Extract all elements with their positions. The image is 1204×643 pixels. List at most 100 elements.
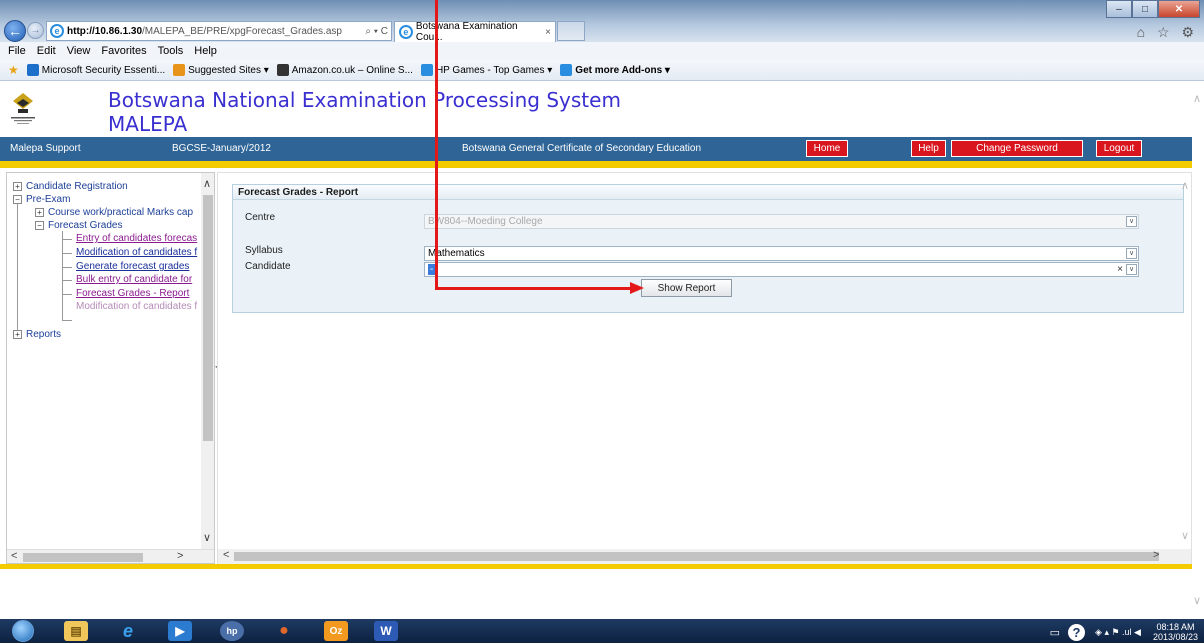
main-horizontal-scrollbar[interactable]: < > (218, 549, 1191, 564)
candidate-select[interactable]: - × ∨ (424, 262, 1139, 277)
menu-file[interactable]: File (8, 45, 26, 57)
tree-item-pre-exam[interactable]: − Pre-Exam (13, 194, 70, 205)
minimize-button[interactable]: – (1106, 0, 1132, 18)
tree-connector (62, 253, 72, 254)
back-button[interactable]: ← (4, 20, 26, 42)
menu-help[interactable]: Help (194, 45, 217, 57)
expand-plus-icon[interactable]: + (13, 330, 22, 339)
collapse-minus-icon[interactable]: − (35, 221, 44, 230)
clock[interactable]: 08:18 AM 2013/08/23 (1153, 622, 1198, 642)
help-icon[interactable]: ? (1068, 623, 1086, 641)
fav-hp-games[interactable]: HP Games - Top Games ▾ (420, 64, 553, 76)
scroll-down-icon[interactable]: ∨ (203, 531, 211, 544)
tray-icons[interactable]: ◈ ▴ ⚑ .ul ◀ (1095, 627, 1141, 638)
malepa-support-link[interactable]: Malepa Support (10, 143, 81, 154)
browser-title-bar: ← → e http://10.86.1.30 /MALEPA_BE/PRE/x… (0, 0, 1204, 43)
fav-security-essentials[interactable]: Microsoft Security Essenti... (26, 64, 166, 76)
centre-select: BW804--Moeding College ∨ (424, 214, 1139, 229)
hp-app-icon[interactable]: hp (220, 621, 244, 641)
main-scroll-down-icon[interactable]: ∨ (1181, 529, 1189, 542)
tree-link-generate-forecast[interactable]: Generate forecast grades (76, 261, 189, 272)
scroll-right-icon[interactable]: > (177, 550, 183, 562)
tree-link-modification-2[interactable]: Modification of candidates f (76, 301, 197, 312)
fav-get-addons[interactable]: Get more Add-ons ▾ (560, 64, 670, 76)
tree-item-forecast-grades[interactable]: − Forecast Grades (35, 220, 122, 231)
word-icon[interactable]: W (374, 621, 398, 641)
tree-item-candidate-registration[interactable]: + Candidate Registration (13, 181, 128, 192)
scroll-right-icon[interactable]: > (1153, 549, 1159, 561)
change-password-button[interactable]: Change Password (951, 140, 1083, 157)
scroll-up-icon[interactable]: ∧ (203, 177, 211, 190)
accent-divider (0, 161, 1192, 168)
tree-link-forecast-report[interactable]: Forecast Grades - Report (76, 288, 189, 299)
page-scrollbar[interactable]: ∧ ∨ (1192, 82, 1204, 637)
fav-label: HP Games - Top Games ▾ (435, 64, 553, 76)
menu-edit[interactable]: Edit (37, 45, 56, 57)
tree-connector (17, 204, 18, 332)
tree-link-entry-forecast[interactable]: Entry of candidates forecas (76, 233, 197, 244)
home-button[interactable]: Home (806, 140, 848, 157)
page-scroll-down-icon[interactable]: ∨ (1193, 594, 1201, 607)
internet-explorer-icon[interactable]: e (116, 621, 140, 641)
qualification-name: Botswana General Certificate of Secondar… (462, 143, 702, 154)
help-button[interactable]: Help (911, 140, 946, 157)
scroll-thumb[interactable] (203, 195, 213, 441)
security-essentials-icon (26, 64, 39, 76)
candidate-label: Candidate (245, 261, 291, 272)
expand-plus-icon[interactable]: + (35, 208, 44, 217)
collapse-minus-icon[interactable]: − (13, 195, 22, 204)
fav-label: Microsoft Security Essenti... (41, 64, 166, 76)
fav-amazon[interactable]: Amazon.co.uk – Online S... (276, 64, 413, 76)
browser-tab[interactable]: e Botswana Examination Cou... × (394, 21, 556, 43)
menu-view[interactable]: View (67, 45, 91, 57)
close-button[interactable]: ✕ (1158, 0, 1200, 18)
tree-label: Course work/practical Marks cap (48, 207, 194, 218)
clock-date: 2013/08/23 (1152, 632, 1198, 642)
tree-horizontal-scrollbar[interactable]: < > (7, 549, 214, 563)
address-tools-icons[interactable]: ⌕ ▾ C (365, 26, 391, 37)
logout-button[interactable]: Logout (1096, 140, 1142, 157)
scroll-thumb[interactable] (234, 552, 1159, 561)
address-bar[interactable]: e http://10.86.1.30 /MALEPA_BE/PRE/xpgFo… (46, 21, 392, 41)
clear-icon[interactable]: × (1117, 263, 1123, 276)
menu-favorites[interactable]: Favorites (101, 45, 146, 57)
fav-suggested-sites[interactable]: Suggested Sites ▾ (173, 64, 269, 76)
expand-plus-icon[interactable]: + (13, 182, 22, 191)
explorer-icon[interactable]: ▤ (64, 621, 88, 641)
forward-button[interactable]: → (27, 22, 44, 39)
tree-vertical-scrollbar[interactable]: ∧ ∨ (201, 173, 214, 549)
paint-icon[interactable]: ● (272, 621, 296, 641)
tree-connector (62, 320, 72, 321)
media-player-icon[interactable]: ▶ (168, 621, 192, 641)
scroll-left-icon[interactable]: < (223, 549, 229, 561)
tree-link-bulk-entry[interactable]: Bulk entry of candidate for (76, 274, 192, 285)
main-scroll-up-icon[interactable]: ∧ (1181, 179, 1189, 192)
home-favorites-tools-icons[interactable]: ⌂ ☆ ⚙ (1137, 24, 1198, 41)
syllabus-label: Syllabus (245, 245, 283, 256)
outlook-icon[interactable]: Oz (324, 621, 348, 641)
exam-session: BGCSE-January/2012 (172, 143, 271, 154)
tray-battery-icon[interactable]: ▭ (1050, 626, 1060, 639)
top-nav-bar: Malepa Support BGCSE-January/2012 Botswa… (0, 137, 1192, 161)
new-tab-button[interactable] (557, 21, 585, 41)
scroll-left-icon[interactable]: < (11, 550, 17, 562)
annotation-arrow-vertical (435, 0, 438, 290)
tab-close-icon[interactable]: × (545, 27, 551, 38)
tree-link-modification-forecast[interactable]: Modification of candidates f (76, 247, 197, 258)
start-button[interactable] (12, 620, 34, 642)
tree-item-course-work[interactable]: + Course work/practical Marks cap (35, 207, 193, 218)
maximize-button[interactable]: □ (1132, 0, 1158, 18)
syllabus-select[interactable]: Mathematics ∨ (424, 246, 1139, 261)
page-scroll-up-icon[interactable]: ∧ (1193, 92, 1201, 105)
scroll-thumb[interactable] (23, 553, 143, 562)
chevron-down-icon[interactable]: ∨ (1126, 264, 1137, 275)
tree-connector (62, 239, 72, 240)
tree-item-reports[interactable]: + Reports (13, 329, 61, 340)
chevron-down-icon[interactable]: ∨ (1126, 248, 1137, 259)
fav-label: Suggested Sites ▾ (188, 64, 269, 76)
show-report-button[interactable]: Show Report (641, 279, 732, 297)
url-path: /MALEPA_BE/PRE/xpgForecast_Grades.asp (142, 25, 342, 37)
menu-tools[interactable]: Tools (158, 45, 184, 57)
favorites-star-icon[interactable]: ★ (8, 63, 19, 77)
system-tray: ▭ ? ◈ ▴ ⚑ .ul ◀ 08:18 AM 2013/08/23 (1050, 622, 1198, 642)
